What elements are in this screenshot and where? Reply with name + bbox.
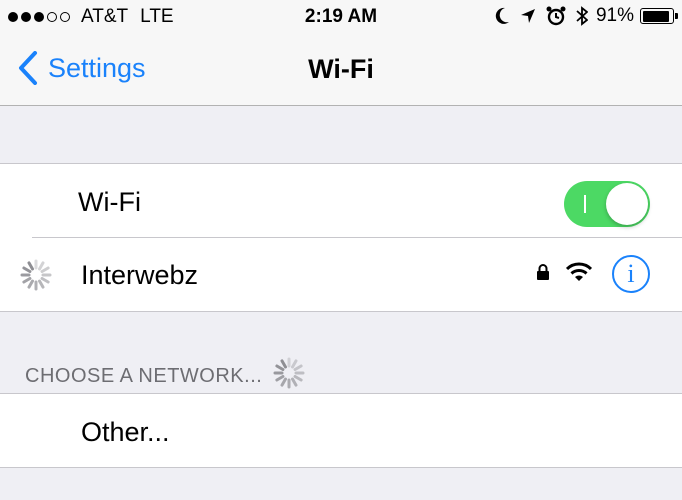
wifi-toggle-switch[interactable] [564,181,650,227]
wifi-toggle-row: Wi-Fi [0,164,682,237]
spinner-spoke [293,364,303,371]
wifi-toggle-label: Wi-Fi [78,187,141,217]
wifi-signal-icon [565,262,593,287]
toggle-knob [606,183,648,225]
spinner-spoke [291,377,298,387]
spinner-spoke [27,279,34,289]
spinner-spoke [291,359,298,369]
spinner-spoke [280,359,288,369]
page-title: Wi-Fi [308,54,374,84]
battery-fill [642,10,669,22]
other-network-row[interactable]: Other... [0,394,682,467]
spinner-spoke [40,277,50,284]
alarm-clock-icon [546,6,566,26]
wifi-settings-group: Wi-Fi Interwebz i [0,163,682,312]
spinner-spoke [40,266,50,273]
battery-percent: 91% [595,5,634,26]
spinner-icon [19,258,53,297]
spinner-spoke [22,277,32,284]
spinner-spoke [280,377,288,387]
status-bar: AT&T LTE 2:19 AM 91% [0,0,682,36]
spinner-spoke [22,266,32,273]
other-network-label: Other... [81,417,170,447]
spinner-icon [272,356,306,396]
location-arrow-icon [520,7,536,25]
moon-icon [494,7,510,25]
network-name: Interwebz [81,260,199,290]
bluetooth-icon [576,6,588,26]
toggle-on-mark [584,195,586,213]
navigation-bar: Settings Wi-Fi [0,36,682,106]
networks-group: Other... [0,393,682,468]
spinner-spoke [27,261,34,271]
spinner-spoke [38,261,45,271]
status-right: 91% [484,5,678,27]
info-button[interactable]: i [612,255,650,293]
spinner-spoke [275,375,285,382]
spinner-spoke [275,364,285,371]
section-header: CHOOSE A NETWORK... [25,356,306,396]
lock-icon [536,263,550,286]
network-status-icons: i [536,255,650,293]
connected-network-row[interactable]: Interwebz i [0,237,682,311]
battery-icon [640,8,678,24]
section-header-label: CHOOSE A NETWORK... [25,364,263,387]
spinner-spoke [38,279,45,289]
spinner-spoke [293,375,303,382]
